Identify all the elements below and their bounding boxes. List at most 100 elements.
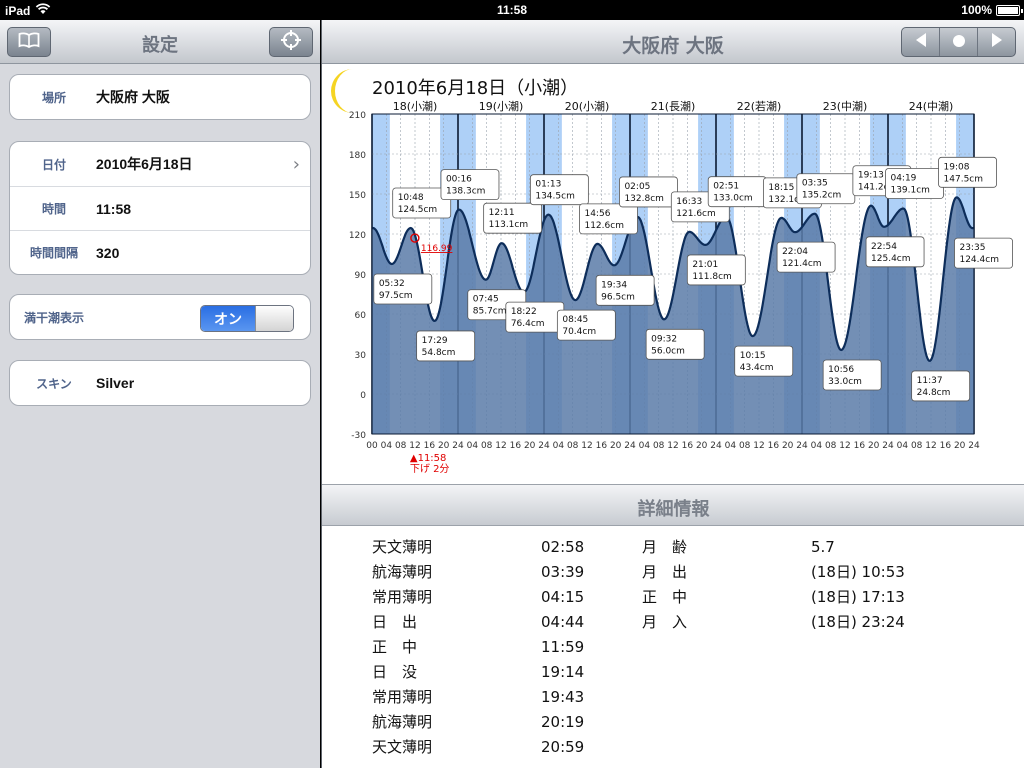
sun-event-time: 19:43: [541, 688, 585, 706]
x-tick-label: 20: [610, 441, 622, 451]
skin-row[interactable]: スキン Silver: [10, 361, 310, 405]
interval-row[interactable]: 時間間隔 320: [10, 230, 310, 274]
locate-button[interactable]: [269, 27, 313, 57]
moon-labels: 月 齢月 出正 中月 入: [642, 537, 687, 637]
status-time: 11:58: [496, 3, 528, 17]
extreme-value: 139.1cm: [890, 186, 929, 196]
x-tick-label: 08: [825, 441, 837, 451]
y-tick-label: -30: [351, 431, 366, 441]
x-tick-label: 04: [553, 441, 565, 451]
extreme-callout: 22:04 121.4cm: [776, 241, 836, 273]
y-tick-label: 120: [349, 231, 366, 241]
extreme-value: 54.8cm: [422, 348, 456, 358]
extreme-value: 24.8cm: [917, 388, 951, 398]
sun-event-label: 天文薄明: [372, 738, 433, 756]
x-tick-label: 12: [495, 441, 506, 451]
y-tick-label: 90: [355, 271, 367, 281]
interval-value: 320: [96, 244, 120, 261]
x-tick-label: 24: [624, 441, 636, 451]
extreme-time: 01:13: [535, 180, 561, 190]
x-tick-label: 12: [581, 441, 592, 451]
prev-day-button[interactable]: [902, 28, 939, 56]
extreme-time: 14:56: [584, 209, 610, 219]
extreme-time: 18:15: [768, 183, 794, 193]
date-value: 2010年6月18日: [96, 156, 193, 172]
moon-event-value: (18日) 17:13: [811, 588, 905, 606]
extreme-value: 97.5cm: [379, 291, 413, 301]
status-right: 100%: [961, 3, 1023, 17]
extreme-value: 85.7cm: [473, 307, 507, 317]
current-value: 116.99: [421, 244, 453, 254]
extreme-time: 16:33: [676, 197, 702, 207]
place-group: 場所 大阪府 大阪: [9, 74, 311, 120]
extreme-callout: 14:56 112.6cm: [579, 203, 638, 235]
x-tick-label: 24: [882, 441, 894, 451]
tidal-row: 満干潮表示 オン: [10, 295, 310, 339]
extreme-value: 96.5cm: [601, 292, 635, 302]
tide-chart: 2101801501209060300-3000 04 08 12 16 20 24 04 08…: [331, 69, 1013, 475]
extreme-callout: 05:32 97.5cm: [373, 273, 433, 305]
sun-event-time: 03:39: [541, 563, 585, 581]
next-day-button[interactable]: [977, 28, 1015, 56]
moon-event-label: 月 出: [642, 563, 688, 581]
sun-values: 02:58 03:39 04:15 04:44 11:59 19:14 19:43 20:19…: [541, 537, 584, 762]
tide-pane: 大阪府 大阪 210 180 150 120 90 60 30 0 -30 00 04 08 12 16 2…: [321, 20, 1024, 768]
extreme-time: 18:22: [511, 307, 537, 317]
x-tick-label: 12: [667, 441, 678, 451]
tide-chart-area: 210 180 150 120 90 60 30 0 -30 00 04 08 12 16 20 24 04 08…: [322, 64, 1024, 484]
day-label: 23(中潮): [823, 99, 868, 113]
x-tick-label: 08: [481, 441, 493, 451]
settings-pane: 設定 場所 大阪府 大阪 日付 2010年6月18日 › 時間 11:58 時間…: [0, 20, 320, 768]
extreme-callout: 10:15 43.4cm: [734, 345, 794, 377]
x-tick-label: 20: [782, 441, 794, 451]
toggle-knob: [255, 306, 293, 331]
x-tick-label: 12: [839, 441, 850, 451]
tidal-label: 満干潮表示: [24, 310, 85, 325]
extreme-value: 76.4cm: [511, 319, 545, 329]
x-tick-label: 04: [467, 441, 479, 451]
moon-event-value: (18日) 23:24: [811, 613, 905, 631]
skin-value: Silver: [96, 375, 135, 391]
day-label: 24(中潮): [909, 99, 954, 113]
x-tick-label: 24: [968, 441, 980, 451]
extreme-value: 133.0cm: [713, 194, 752, 204]
today-button[interactable]: [939, 28, 977, 56]
extreme-callout: 18:22 76.4cm: [505, 301, 565, 333]
current-trend: 下げ 2分: [410, 463, 450, 475]
tidal-group: 満干潮表示 オン: [9, 294, 311, 340]
place-row[interactable]: 場所 大阪府 大阪: [10, 75, 310, 119]
day-nav-segment: [901, 27, 1016, 57]
y-tick-label: 0: [360, 391, 366, 401]
y-tick-label: 210: [349, 111, 366, 121]
triangle-right-icon: [990, 32, 1004, 52]
extreme-time: 17:29: [422, 336, 448, 346]
extreme-callout: 22:54 125.4cm: [865, 236, 925, 268]
day-label: 18(小潮): [393, 99, 438, 113]
time-value: 11:58: [96, 200, 132, 217]
skin-group: スキン Silver: [9, 360, 311, 406]
date-row[interactable]: 日付 2010年6月18日 ›: [10, 142, 310, 186]
x-tick-label: 16: [682, 441, 694, 451]
x-tick-label: 20: [868, 441, 880, 451]
extreme-time: 12:11: [489, 208, 515, 218]
x-tick-label: 20: [696, 441, 708, 451]
extreme-callout: 17:29 54.8cm: [416, 330, 476, 362]
moon-event-value: 5.7: [811, 538, 835, 556]
extreme-callout: 19:34 96.5cm: [595, 274, 655, 306]
sun-event-time: 19:14: [541, 663, 585, 681]
extreme-value: 135.2cm: [802, 191, 841, 201]
extreme-value: 134.5cm: [535, 192, 574, 202]
extreme-time: 04:19: [890, 174, 916, 184]
x-tick-label: 04: [639, 441, 651, 451]
y-tick-label: 60: [355, 311, 367, 321]
extreme-callout: 02:51 133.0cm: [707, 176, 767, 208]
time-row[interactable]: 時間 11:58: [10, 186, 310, 230]
day-label: 21(長潮): [651, 99, 696, 113]
extreme-callout: 04:19 139.1cm: [885, 168, 944, 199]
x-tick-label: 16: [768, 441, 780, 451]
x-tick-label: 04: [897, 441, 909, 451]
sun-event-time: 20:59: [541, 738, 585, 756]
extreme-time: 09:32: [651, 334, 677, 344]
extreme-value: 43.4cm: [740, 363, 774, 373]
tidal-toggle[interactable]: オン: [200, 305, 294, 332]
